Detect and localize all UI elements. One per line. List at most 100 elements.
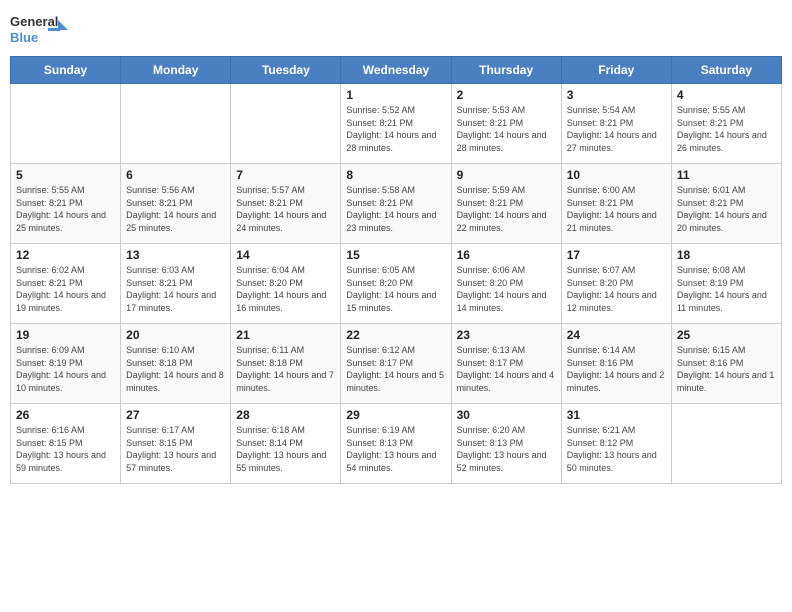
logo-icon: GeneralBlue (10, 10, 70, 50)
calendar-cell: 15 Sunrise: 6:05 AM Sunset: 8:20 PM Dayli… (341, 244, 451, 324)
day-number: 20 (126, 328, 225, 342)
day-info: Sunrise: 6:20 AM Sunset: 8:13 PM Dayligh… (457, 424, 556, 474)
calendar-cell: 13 Sunrise: 6:03 AM Sunset: 8:21 PM Dayli… (121, 244, 231, 324)
day-info: Sunrise: 5:55 AM Sunset: 8:21 PM Dayligh… (16, 184, 115, 234)
day-info: Sunrise: 5:52 AM Sunset: 8:21 PM Dayligh… (346, 104, 445, 154)
day-number: 19 (16, 328, 115, 342)
calendar-week-row: 1Sunrise: 5:52 AM Sunset: 8:21 PM Daylig… (11, 84, 782, 164)
day-number: 14 (236, 248, 335, 262)
day-number: 10 (567, 168, 666, 182)
day-number: 7 (236, 168, 335, 182)
day-number: 16 (457, 248, 556, 262)
day-number: 23 (457, 328, 556, 342)
day-number: 5 (16, 168, 115, 182)
day-info: Sunrise: 6:21 AM Sunset: 8:12 PM Dayligh… (567, 424, 666, 474)
day-number: 31 (567, 408, 666, 422)
day-number: 3 (567, 88, 666, 102)
calendar-cell: 1Sunrise: 5:52 AM Sunset: 8:21 PM Daylig… (341, 84, 451, 164)
day-info: Sunrise: 6:01 AM Sunset: 8:21 PM Dayligh… (677, 184, 776, 234)
calendar-cell: 8Sunrise: 5:58 AM Sunset: 8:21 PM Daylig… (341, 164, 451, 244)
day-info: Sunrise: 6:06 AM Sunset: 8:20 PM Dayligh… (457, 264, 556, 314)
day-info: Sunrise: 5:56 AM Sunset: 8:21 PM Dayligh… (126, 184, 225, 234)
calendar-week-row: 12 Sunrise: 6:02 AM Sunset: 8:21 PM Dayli… (11, 244, 782, 324)
calendar-body: 1Sunrise: 5:52 AM Sunset: 8:21 PM Daylig… (11, 84, 782, 484)
calendar-cell: 5 Sunrise: 5:55 AM Sunset: 8:21 PM Daylig… (11, 164, 121, 244)
calendar-cell: 23Sunrise: 6:13 AM Sunset: 8:17 PM Dayli… (451, 324, 561, 404)
day-number: 2 (457, 88, 556, 102)
day-info: Sunrise: 6:03 AM Sunset: 8:21 PM Dayligh… (126, 264, 225, 314)
day-number: 28 (236, 408, 335, 422)
calendar-cell: 17 Sunrise: 6:07 AM Sunset: 8:20 PM Dayli… (561, 244, 671, 324)
day-number: 22 (346, 328, 445, 342)
calendar-cell: 3 Sunrise: 5:54 AM Sunset: 8:21 PM Daylig… (561, 84, 671, 164)
day-info: Sunrise: 6:14 AM Sunset: 8:16 PM Dayligh… (567, 344, 666, 394)
day-header-sunday: Sunday (11, 57, 121, 84)
day-number: 4 (677, 88, 776, 102)
day-info: Sunrise: 5:53 AM Sunset: 8:21 PM Dayligh… (457, 104, 556, 154)
day-info: Sunrise: 6:18 AM Sunset: 8:14 PM Dayligh… (236, 424, 335, 474)
day-info: Sunrise: 6:15 AM Sunset: 8:16 PM Dayligh… (677, 344, 776, 394)
calendar-cell: 9 Sunrise: 5:59 AM Sunset: 8:21 PM Daylig… (451, 164, 561, 244)
day-number: 13 (126, 248, 225, 262)
day-number: 29 (346, 408, 445, 422)
day-number: 9 (457, 168, 556, 182)
day-number: 6 (126, 168, 225, 182)
calendar-cell: 31 Sunrise: 6:21 AM Sunset: 8:12 PM Dayli… (561, 404, 671, 484)
calendar-cell: 29 Sunrise: 6:19 AM Sunset: 8:13 PM Dayli… (341, 404, 451, 484)
day-info: Sunrise: 6:11 AM Sunset: 8:18 PM Dayligh… (236, 344, 335, 394)
day-info: Sunrise: 5:57 AM Sunset: 8:21 PM Dayligh… (236, 184, 335, 234)
day-info: Sunrise: 5:58 AM Sunset: 8:21 PM Dayligh… (346, 184, 445, 234)
day-header-wednesday: Wednesday (341, 57, 451, 84)
day-number: 30 (457, 408, 556, 422)
day-info: Sunrise: 6:09 AM Sunset: 8:19 PM Dayligh… (16, 344, 115, 394)
day-info: Sunrise: 6:05 AM Sunset: 8:20 PM Dayligh… (346, 264, 445, 314)
calendar-cell: 16 Sunrise: 6:06 AM Sunset: 8:20 PM Dayli… (451, 244, 561, 324)
page-header: GeneralBlue (10, 10, 782, 50)
calendar-cell: 4 Sunrise: 5:55 AM Sunset: 8:21 PM Daylig… (671, 84, 781, 164)
day-number: 26 (16, 408, 115, 422)
calendar-cell: 20 Sunrise: 6:10 AM Sunset: 8:18 PM Dayli… (121, 324, 231, 404)
day-info: Sunrise: 6:19 AM Sunset: 8:13 PM Dayligh… (346, 424, 445, 474)
calendar-cell: 28 Sunrise: 6:18 AM Sunset: 8:14 PM Dayli… (231, 404, 341, 484)
day-info: Sunrise: 6:16 AM Sunset: 8:15 PM Dayligh… (16, 424, 115, 474)
calendar-cell: 10Sunrise: 6:00 AM Sunset: 8:21 PM Dayli… (561, 164, 671, 244)
calendar-cell (231, 84, 341, 164)
calendar-cell: 30 Sunrise: 6:20 AM Sunset: 8:13 PM Dayli… (451, 404, 561, 484)
calendar-table: SundayMondayTuesdayWednesdayThursdayFrid… (10, 56, 782, 484)
day-number: 18 (677, 248, 776, 262)
calendar-cell: 21Sunrise: 6:11 AM Sunset: 8:18 PM Dayli… (231, 324, 341, 404)
calendar-week-row: 26 Sunrise: 6:16 AM Sunset: 8:15 PM Dayli… (11, 404, 782, 484)
calendar-cell: 6 Sunrise: 5:56 AM Sunset: 8:21 PM Daylig… (121, 164, 231, 244)
calendar-cell: 11 Sunrise: 6:01 AM Sunset: 8:21 PM Dayli… (671, 164, 781, 244)
calendar-week-row: 19 Sunrise: 6:09 AM Sunset: 8:19 PM Dayli… (11, 324, 782, 404)
day-number: 27 (126, 408, 225, 422)
calendar-cell: 19 Sunrise: 6:09 AM Sunset: 8:19 PM Dayli… (11, 324, 121, 404)
day-info: Sunrise: 5:54 AM Sunset: 8:21 PM Dayligh… (567, 104, 666, 154)
svg-text:General: General (10, 14, 58, 29)
calendar-cell: 25Sunrise: 6:15 AM Sunset: 8:16 PM Dayli… (671, 324, 781, 404)
logo: GeneralBlue (10, 10, 70, 50)
day-number: 11 (677, 168, 776, 182)
day-info: Sunrise: 6:02 AM Sunset: 8:21 PM Dayligh… (16, 264, 115, 314)
day-header-saturday: Saturday (671, 57, 781, 84)
calendar-week-row: 5 Sunrise: 5:55 AM Sunset: 8:21 PM Daylig… (11, 164, 782, 244)
day-info: Sunrise: 5:55 AM Sunset: 8:21 PM Dayligh… (677, 104, 776, 154)
calendar-header-row: SundayMondayTuesdayWednesdayThursdayFrid… (11, 57, 782, 84)
day-info: Sunrise: 6:10 AM Sunset: 8:18 PM Dayligh… (126, 344, 225, 394)
calendar-cell (11, 84, 121, 164)
day-number: 12 (16, 248, 115, 262)
day-header-monday: Monday (121, 57, 231, 84)
calendar-cell: 18Sunrise: 6:08 AM Sunset: 8:19 PM Dayli… (671, 244, 781, 324)
day-number: 17 (567, 248, 666, 262)
calendar-cell (121, 84, 231, 164)
calendar-cell: 22Sunrise: 6:12 AM Sunset: 8:17 PM Dayli… (341, 324, 451, 404)
calendar-cell: 2 Sunrise: 5:53 AM Sunset: 8:21 PM Daylig… (451, 84, 561, 164)
day-number: 24 (567, 328, 666, 342)
svg-text:Blue: Blue (10, 30, 38, 45)
day-info: Sunrise: 5:59 AM Sunset: 8:21 PM Dayligh… (457, 184, 556, 234)
day-number: 15 (346, 248, 445, 262)
day-info: Sunrise: 6:07 AM Sunset: 8:20 PM Dayligh… (567, 264, 666, 314)
day-info: Sunrise: 6:04 AM Sunset: 8:20 PM Dayligh… (236, 264, 335, 314)
calendar-cell: 26 Sunrise: 6:16 AM Sunset: 8:15 PM Dayli… (11, 404, 121, 484)
calendar-cell: 14 Sunrise: 6:04 AM Sunset: 8:20 PM Dayli… (231, 244, 341, 324)
